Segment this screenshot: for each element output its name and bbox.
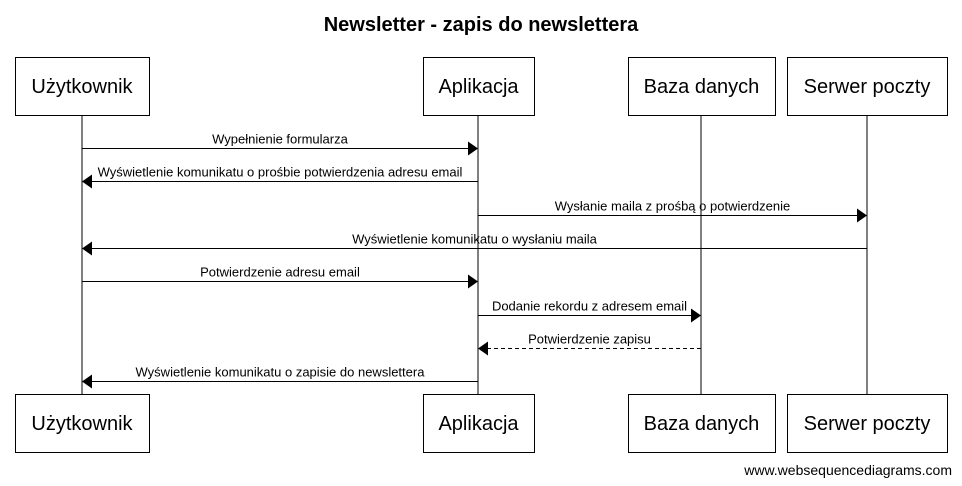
participant-user-top: Użytkownik [15, 57, 150, 116]
message-4: Wyświetlenie komunikatu o wysłaniu maila [82, 232, 867, 256]
participant-label: Aplikacja [438, 76, 519, 98]
participant-mail-top: Serwer poczty [787, 57, 948, 116]
message-label: Wypełnienie formularza [212, 132, 348, 147]
participant-db-top: Baza danych [628, 57, 776, 116]
message-2: Wyświetlenie komunikatu o prośbie potwie… [82, 165, 478, 189]
message-6: Dodanie rekordu z adresem email [478, 299, 701, 323]
message-3: Wysłanie maila z prośbą o potwierdzenie [478, 199, 867, 223]
message-label: Potwierdzenie zapisu [528, 332, 651, 347]
message-arrowhead [82, 374, 92, 389]
message-1: Wypełnienie formularza [82, 132, 478, 156]
participant-label: Użytkownik [31, 413, 133, 435]
message-arrowhead [691, 308, 701, 323]
participant-boxes: Użytkownik Użytkownik Aplikacja Aplikacja Ba… [15, 57, 948, 453]
participant-app-top: Aplikacja [423, 57, 535, 116]
message-arrowhead [82, 241, 92, 256]
participant-label: Baza danych [644, 76, 760, 98]
participant-user-bottom: Użytkownik [15, 394, 150, 453]
diagram-title: Newsletter - zapis do newslettera [324, 14, 639, 36]
watermark: www.websequencediagrams.com [743, 462, 952, 478]
message-arrowhead [82, 174, 92, 189]
sequence-diagram: Newsletter - zapis do newslettera Wypełn… [15, 14, 952, 478]
message-label: Wysłanie maila z prośbą o potwierdzenie [555, 199, 790, 214]
message-arrowhead [857, 208, 867, 223]
participant-db-bottom: Baza danych [628, 394, 776, 453]
message-arrowhead [468, 141, 478, 156]
message-arrowhead [478, 341, 488, 356]
lifelines [81, 115, 868, 394]
participant-label: Serwer poczty [804, 413, 931, 435]
message-label: Wyświetlenie komunikatu o zapisie do new… [136, 365, 426, 380]
message-label: Wyświetlenie komunikatu o wysłaniu maila [352, 232, 598, 247]
message-5: Potwierdzenie adresu email [82, 265, 478, 289]
participant-label: Aplikacja [438, 413, 519, 435]
message-7: Potwierdzenie zapisu [478, 332, 701, 356]
message-arrowhead [468, 274, 478, 289]
messages: Wypełnienie formularza Wyświetlenie komun… [82, 132, 867, 389]
participant-mail-bottom: Serwer poczty [787, 394, 948, 453]
message-8: Wyświetlenie komunikatu o zapisie do new… [82, 365, 478, 389]
participant-label: Użytkownik [31, 76, 133, 98]
participant-label: Serwer poczty [804, 76, 931, 98]
message-label: Dodanie rekordu z adresem email [492, 299, 687, 314]
message-label: Potwierdzenie adresu email [200, 265, 360, 280]
participant-app-bottom: Aplikacja [423, 394, 535, 453]
participant-label: Baza danych [644, 413, 760, 435]
message-label: Wyświetlenie komunikatu o prośbie potwie… [98, 165, 463, 180]
